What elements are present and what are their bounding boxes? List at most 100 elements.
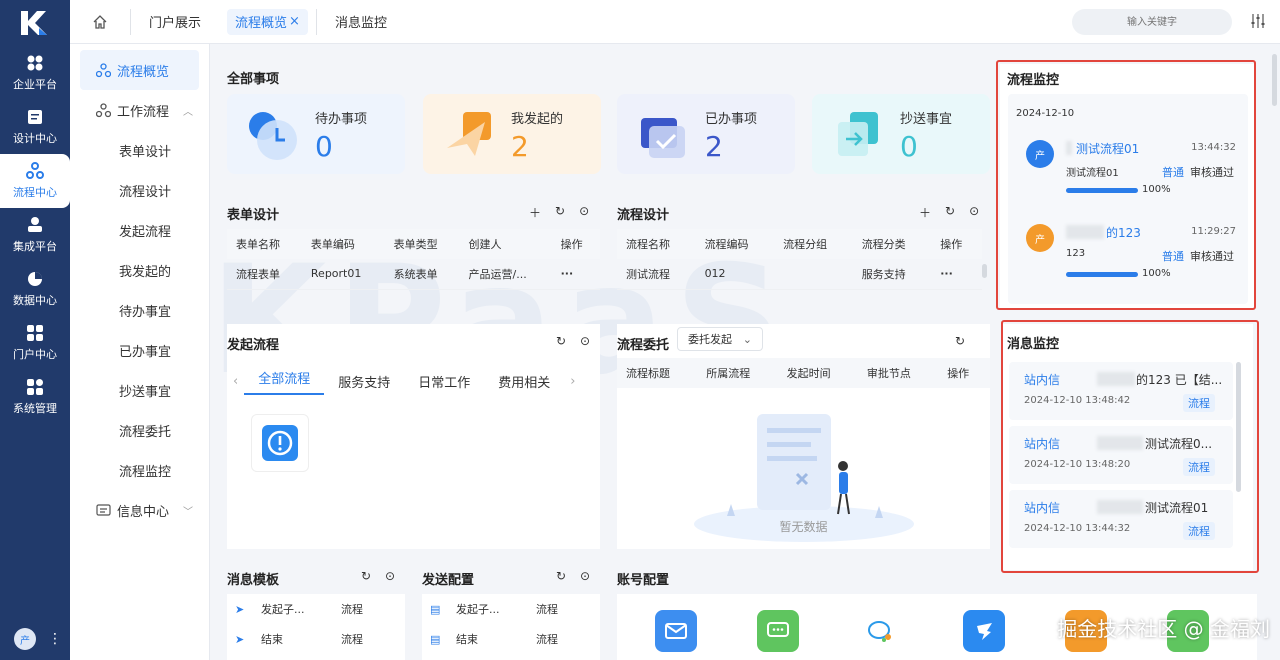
portal-icon — [27, 325, 43, 341]
panel-title: 发起流程 — [227, 338, 280, 353]
wecom-icon[interactable] — [859, 610, 901, 652]
more-icon[interactable]: ⊙ — [969, 204, 979, 221]
table-cell: 系统表单 — [384, 259, 460, 290]
panel-title: 发送配置 — [422, 573, 475, 588]
chevron-left-icon[interactable]: ‹ — [227, 374, 244, 389]
dingtalk-icon[interactable] — [963, 610, 1005, 652]
row-more-button[interactable]: ··· — [931, 259, 982, 290]
nav-item-my-started[interactable]: 我发起的 — [70, 250, 209, 290]
column-header: 流程标题 — [617, 358, 698, 388]
table-row[interactable]: 流程表单 Report01 系统表单 产品运营/... ··· — [227, 259, 600, 290]
nav-item-cc[interactable]: 抄送事宜 — [70, 370, 209, 410]
search-input[interactable] — [1072, 9, 1232, 35]
list-item[interactable]: ▤ 发起子... 流程 — [422, 594, 600, 624]
delegation-panel: 流程委托 委托发起 ⌄ ↻ 流程标题 所属流程 发起时间 审批节点 操作 暂无数… — [617, 324, 990, 549]
stat-card-cc[interactable]: 抄送事宜 0 — [812, 94, 990, 174]
rail-item-portal[interactable]: 门户中心 — [0, 316, 70, 370]
tab-daily-work[interactable]: 日常工作 — [404, 372, 484, 391]
chevron-down-icon: ⌄ — [742, 332, 752, 346]
clock-icon — [249, 112, 297, 160]
config-list: ▤ 发起子... 流程 ▤ 结束 流程 — [422, 594, 600, 660]
sms-icon[interactable] — [757, 610, 799, 652]
list-item[interactable]: ▤ 结束 流程 — [422, 624, 600, 654]
rail-item-design[interactable]: 设计中心 — [0, 100, 70, 154]
table-cell: 012 — [695, 259, 775, 290]
template-name: 结束 — [261, 633, 283, 646]
add-icon[interactable]: ＋ — [529, 204, 541, 221]
rail-item-integration[interactable]: 集成平台 — [0, 208, 70, 262]
rail-label: 数据中心 — [13, 294, 57, 307]
tab-expenses[interactable]: 费用相关 — [484, 372, 564, 391]
settings-sliders-icon[interactable] — [1250, 13, 1266, 32]
template-name: 发起子... — [261, 603, 305, 616]
table-cell — [774, 259, 853, 290]
stat-card-todo[interactable]: 待办事项 0 — [227, 94, 405, 174]
refresh-icon[interactable]: ↻ — [556, 334, 566, 348]
add-icon[interactable]: ＋ — [919, 204, 931, 221]
more-icon[interactable]: ⊙ — [579, 204, 589, 221]
flow-launch-tile[interactable] — [251, 414, 309, 472]
calendar-check-icon — [641, 118, 685, 158]
nav-group-workflow[interactable]: 工作流程 ︿ — [70, 90, 209, 130]
panel-title: 表单设计 — [227, 208, 280, 223]
column-header: 流程编码 — [695, 229, 775, 259]
table-row[interactable]: 测试流程 012 服务支持 ··· — [617, 259, 982, 290]
page-scrollbar[interactable] — [1272, 54, 1277, 106]
nav-label: 抄送事宜 — [119, 384, 172, 400]
tab-service-support[interactable]: 服务支持 — [324, 372, 404, 391]
nav-label: 信息中心 — [117, 504, 170, 520]
pie-chart-icon — [28, 272, 42, 286]
nav-item-todo[interactable]: 待办事宜 — [70, 290, 209, 330]
rail-item-flow[interactable]: 流程中心 — [0, 154, 70, 208]
tab-all-flows[interactable]: 全部流程 — [244, 368, 325, 395]
column-header: 创建人 — [459, 229, 552, 259]
tab-flow-overview[interactable]: 流程概览 × — [227, 8, 308, 35]
panel-title: 流程委托 — [617, 338, 670, 353]
user-avatar[interactable]: 产 — [14, 628, 36, 650]
refresh-icon[interactable]: ↻ — [955, 334, 965, 348]
more-icon[interactable]: ⊙ — [580, 334, 590, 348]
row-more-button[interactable]: ··· — [551, 259, 600, 290]
more-icon[interactable]: ⊙ — [580, 569, 590, 583]
nav-item-form-design[interactable]: 表单设计 — [70, 130, 209, 170]
template-type: 流程 — [341, 633, 363, 646]
stat-label: 待办事项 — [315, 112, 368, 127]
panel-title: 账号配置 — [617, 573, 670, 588]
nav-item-overview[interactable]: 流程概览 — [80, 50, 199, 90]
empty-text: 暂无数据 — [779, 520, 828, 534]
list-item[interactable]: ➤ 发起子... 流程 — [227, 594, 405, 624]
refresh-icon[interactable]: ↻ — [361, 569, 371, 583]
document-icon: ▤ — [430, 632, 441, 646]
refresh-icon[interactable]: ↻ — [945, 204, 955, 221]
copy-share-icon — [838, 112, 878, 156]
nav-item-monitor[interactable]: 流程监控 — [70, 450, 209, 490]
nav-item-done[interactable]: 已办事宜 — [70, 330, 209, 370]
refresh-icon[interactable]: ↻ — [556, 569, 566, 583]
scrollbar[interactable] — [982, 264, 987, 278]
rail-item-enterprise[interactable]: 企业平台 — [0, 46, 70, 100]
nav-item-flow-design[interactable]: 流程设计 — [70, 170, 209, 210]
highlight-frame — [996, 60, 1256, 310]
more-vertical-icon[interactable]: ⋮ — [48, 631, 62, 647]
nav-item-delegation[interactable]: 流程委托 — [70, 410, 209, 450]
stat-card-done[interactable]: 已办事项 2 — [617, 94, 795, 174]
more-icon[interactable]: ⊙ — [385, 569, 395, 583]
stat-card-my-started[interactable]: 我发起的 2 — [423, 94, 601, 174]
chevron-right-icon[interactable]: › — [564, 374, 581, 389]
table-cell: 测试流程 — [617, 259, 696, 290]
tab-portal[interactable]: 门户展示 — [130, 8, 219, 35]
rail-item-system[interactable]: 系统管理 — [0, 370, 70, 424]
rail-item-data[interactable]: 数据中心 — [0, 262, 70, 316]
mail-icon[interactable] — [655, 610, 697, 652]
paper-plane-icon — [447, 112, 491, 156]
nav-group-info-center[interactable]: 信息中心 ﹀ — [70, 490, 209, 530]
list-item[interactable]: ➤ 结束 流程 — [227, 624, 405, 654]
table-cell: 服务支持 — [852, 259, 932, 290]
nav-item-start-flow[interactable]: 发起流程 — [70, 210, 209, 250]
home-icon[interactable] — [70, 14, 130, 29]
highlight-frame — [1001, 320, 1259, 573]
refresh-icon[interactable]: ↻ — [555, 204, 565, 221]
close-icon[interactable]: × — [289, 14, 300, 29]
delegation-select[interactable]: 委托发起 ⌄ — [677, 327, 763, 351]
tab-message-monitor[interactable]: 消息监控 — [315, 8, 405, 35]
